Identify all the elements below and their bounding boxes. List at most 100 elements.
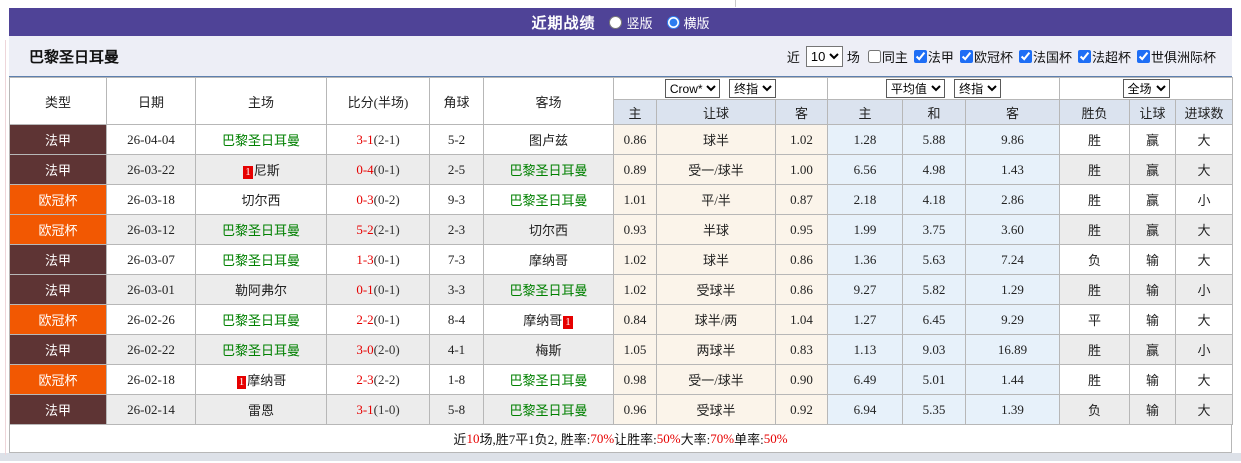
away-team-cell: 摩纳哥 1: [483, 304, 614, 335]
match-date-cell: 26-02-18: [106, 364, 196, 395]
handicap-result-cell: 赢: [1129, 214, 1177, 245]
vertical-radio-label: 竖版: [626, 15, 653, 31]
match-count-select[interactable]: 10: [805, 45, 843, 67]
score-cell: 0-4(0-1): [326, 154, 430, 185]
corners-cell: 1-8: [429, 364, 484, 395]
horizontal-radio[interactable]: [666, 15, 680, 29]
handicap-line-cell: 受一/球半: [656, 364, 776, 395]
handicap-line-cell: 球半/两: [656, 304, 776, 335]
bottom-band: [0, 453, 1241, 461]
result-cell: 胜: [1059, 274, 1131, 305]
handicap-line-cell: 两球半: [656, 334, 776, 365]
goals-result-cell: 大: [1175, 154, 1234, 185]
promotion-badge: 1: [243, 166, 253, 179]
handicap-result-cell: 输: [1129, 274, 1177, 305]
home-team-cell: 切尔西: [195, 184, 327, 215]
goals-result-cell: 大: [1175, 214, 1234, 245]
scope-select[interactable]: 全场: [1122, 79, 1170, 98]
average-select[interactable]: 平均值: [885, 79, 945, 98]
filter-supercup-checkbox[interactable]: [1077, 49, 1091, 63]
match-date-cell: 26-02-22: [106, 334, 196, 365]
handicap-line-cell: 受一/球半: [656, 154, 776, 185]
result-cell: 胜: [1059, 334, 1131, 365]
corners-cell: 9-3: [429, 184, 484, 215]
goals-result-cell: 大: [1175, 124, 1234, 155]
handicap-away-odds-cell: 0.87: [774, 184, 829, 215]
match-date-cell: 26-04-04: [106, 124, 196, 155]
corners-cell: 7-3: [429, 244, 484, 275]
avg-away-odds-cell: 1.29: [965, 274, 1061, 305]
corners-cell: 2-3: [429, 214, 484, 245]
handicap-home-odds-cell: 1.02: [613, 274, 657, 305]
average-group-header: 平均值 终指: [827, 77, 1061, 100]
col-header-score: 比分(半场): [326, 77, 430, 125]
vertical-radio[interactable]: [609, 15, 623, 29]
away-team-cell: 切尔西: [483, 214, 614, 245]
league-type-cell: 欧冠杯: [9, 184, 107, 215]
header-row-groups: 类型 日期 主场 比分(半场) 角球 客场 Crow* 终指 平均值 终指 全场: [9, 77, 1234, 125]
score-cell: 5-2(2-1): [326, 214, 430, 245]
same-home-checkbox[interactable]: [867, 49, 881, 63]
handicap-result-cell: 赢: [1129, 334, 1177, 365]
summary-segment: 10: [466, 430, 480, 446]
result-cell: 负: [1059, 244, 1131, 275]
col-header-corners: 角球: [429, 77, 484, 125]
filter-cwc-checkbox[interactable]: [1136, 49, 1150, 63]
top-divider-tick: [735, 0, 736, 7]
promotion-badge: 1: [236, 376, 247, 389]
avg-draw-odds-cell: 9.03: [902, 334, 967, 365]
avg-home-odds-cell: 1.99: [827, 214, 904, 245]
match-date-cell: 26-03-18: [106, 184, 196, 215]
handicap-away-odds-cell: 1.02: [774, 124, 829, 155]
avg-away-odds-cell: 9.29: [965, 304, 1061, 335]
handicap-home-odds-cell: 1.02: [613, 244, 657, 275]
subheader-goals: 进球数: [1175, 99, 1234, 125]
avg-home-odds-cell: 6.94: [827, 394, 904, 425]
odds-stage-select-1[interactable]: 终指: [729, 79, 777, 98]
avg-draw-odds-cell: 5.88: [902, 124, 967, 155]
away-team-cell: 摩纳哥: [483, 244, 614, 275]
home-team-cell: 雷恩: [195, 394, 327, 425]
subheader-handicap-away: 客: [774, 99, 829, 125]
filter-cwc-label: 世俱洲际杯: [1150, 49, 1216, 65]
subheader-handicap-result: 让球: [1129, 99, 1177, 125]
corners-cell: 4-1: [429, 334, 484, 365]
handicap-away-odds-cell: 1.04: [774, 304, 829, 335]
filter-ucl-checkbox[interactable]: [959, 49, 973, 63]
away-team-cell: 图卢兹: [483, 124, 614, 155]
corners-cell: 5-2: [429, 124, 484, 155]
goals-result-cell: 大: [1175, 244, 1234, 275]
league-type-cell: 法甲: [9, 394, 107, 425]
result-cell: 胜: [1059, 364, 1131, 395]
handicap-result-cell: 输: [1129, 244, 1177, 275]
table-row: 欧冠杯 26-02-26 巴黎圣日耳曼 2-2(0-1) 8-4 摩纳哥 1 0.84 球半/两…: [9, 304, 1234, 335]
near-label: 近: [786, 49, 800, 65]
score-cell: 1-3(0-1): [326, 244, 430, 275]
subheader-avg-draw: 和: [902, 99, 967, 125]
bookmaker-select[interactable]: Crow*: [664, 79, 720, 98]
layout-horizontal-option[interactable]: 横版: [666, 13, 710, 32]
handicap-away-odds-cell: 0.90: [774, 364, 829, 395]
handicap-home-odds-cell: 0.98: [613, 364, 657, 395]
handicap-away-odds-cell: 0.92: [774, 394, 829, 425]
match-date-cell: 26-03-12: [106, 214, 196, 245]
home-team-cell: 巴黎圣日耳曼: [195, 334, 327, 365]
home-team-cell: 1 尼斯: [195, 154, 327, 185]
avg-away-odds-cell: 3.60: [965, 214, 1061, 245]
filter-ligue1-checkbox[interactable]: [913, 49, 927, 63]
handicap-result-cell: 赢: [1129, 184, 1177, 215]
table-row: 欧冠杯 26-02-18 1 摩纳哥 2-3(2-2) 1-8 巴黎圣日耳曼 0.98 受一/球…: [9, 364, 1234, 395]
handicap-away-odds-cell: 1.00: [774, 154, 829, 185]
handicap-result-cell: 输: [1129, 394, 1177, 425]
odds-stage-select-2[interactable]: 终指: [954, 79, 1002, 98]
result-cell: 胜: [1059, 154, 1131, 185]
avg-away-odds-cell: 2.86: [965, 184, 1061, 215]
avg-home-odds-cell: 6.56: [827, 154, 904, 185]
avg-home-odds-cell: 9.27: [827, 274, 904, 305]
avg-away-odds-cell: 9.86: [965, 124, 1061, 155]
handicap-line-cell: 受球半: [656, 394, 776, 425]
filter-coupe-checkbox[interactable]: [1018, 49, 1032, 63]
results-tbody: 法甲 26-04-04 巴黎圣日耳曼 3-1(2-1) 5-2 图卢兹 0.86 球半 1.02…: [9, 124, 1234, 425]
corners-cell: 5-8: [429, 394, 484, 425]
layout-vertical-option[interactable]: 竖版: [609, 13, 653, 32]
